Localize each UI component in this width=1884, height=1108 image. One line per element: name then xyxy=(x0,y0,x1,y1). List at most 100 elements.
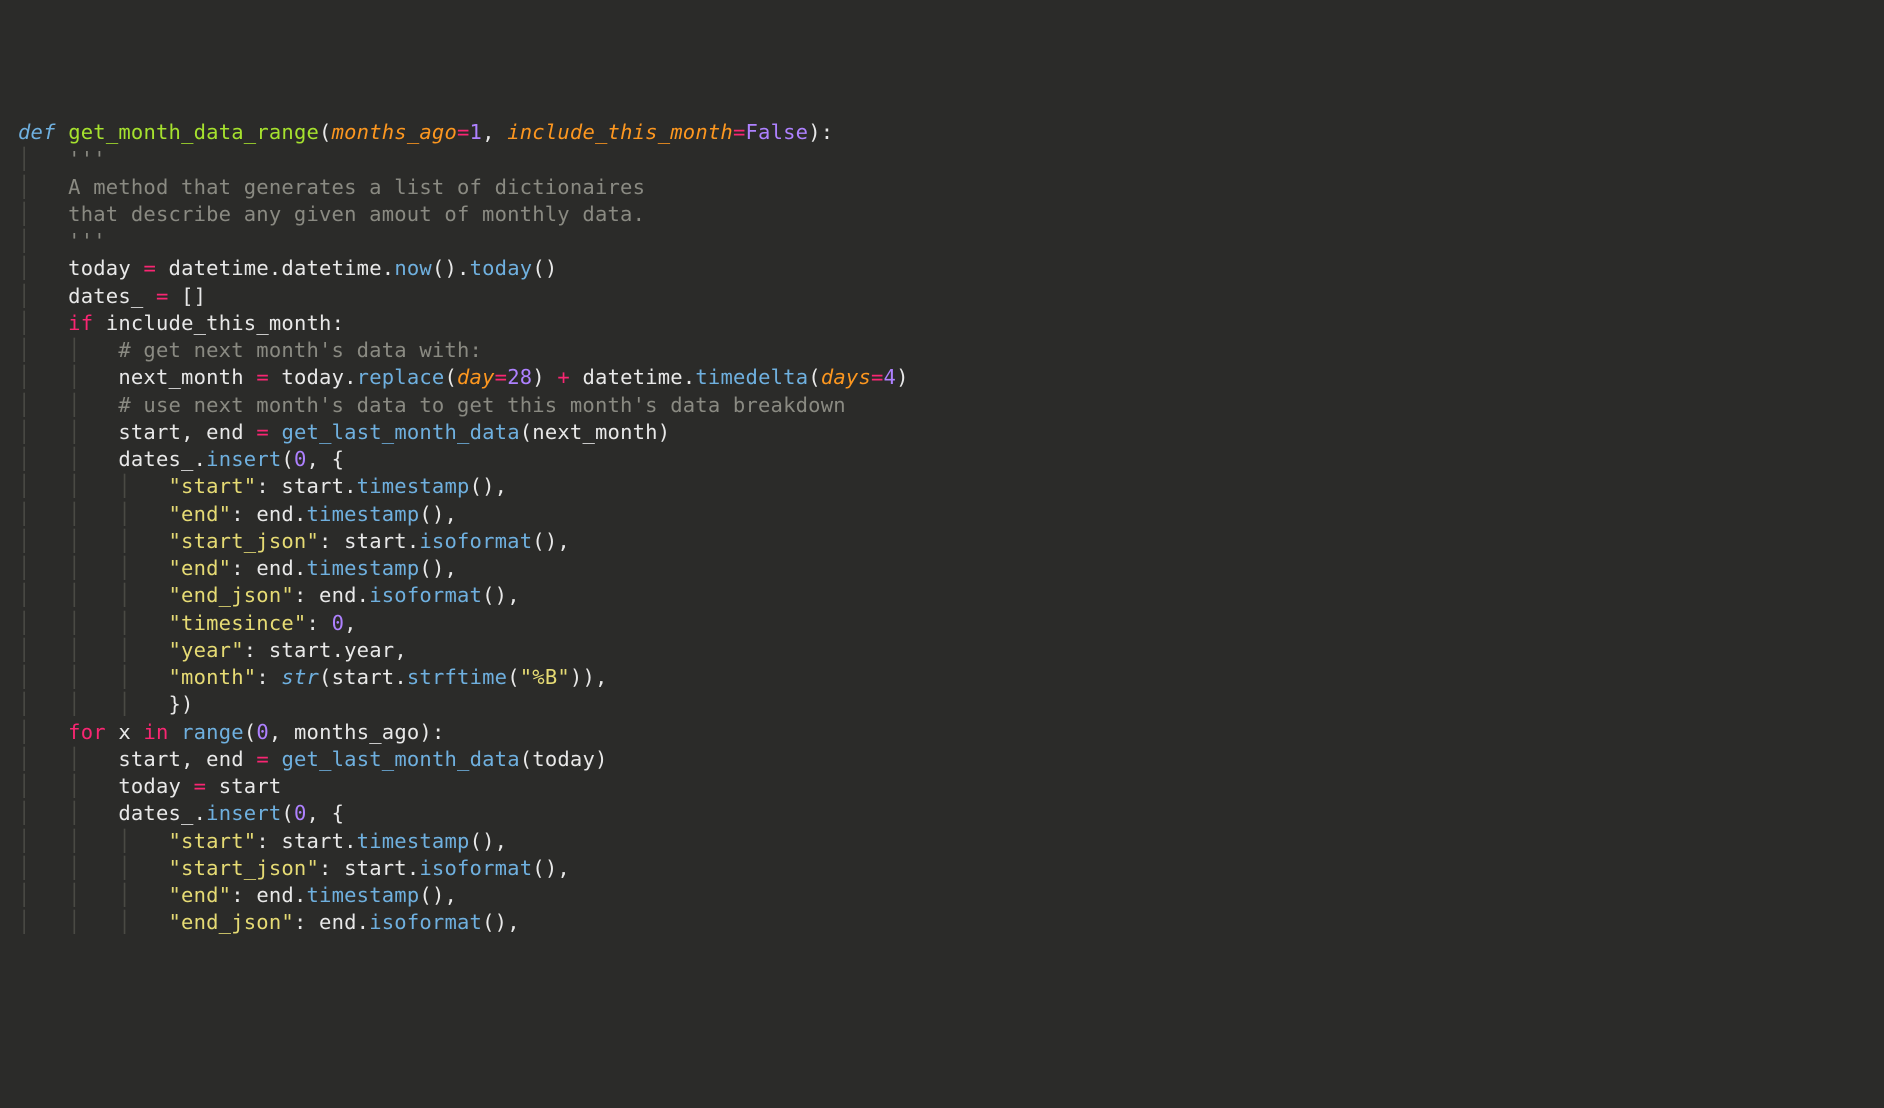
op-eq: = xyxy=(733,120,746,144)
class-datetime: datetime xyxy=(281,256,381,280)
dict-key-end: "end" xyxy=(169,883,232,907)
indent-guide: │ xyxy=(18,229,68,253)
var-end: end xyxy=(256,556,294,580)
var-x: x xyxy=(118,720,131,744)
literal-0: 0 xyxy=(256,720,269,744)
dict-key-start-json: "start_json" xyxy=(169,529,320,553)
paren: ) xyxy=(808,120,821,144)
indent-guide: │ │ │ xyxy=(18,638,169,662)
var-start: start xyxy=(332,665,395,689)
op-eq: = xyxy=(457,120,470,144)
indent-guide: │ │ xyxy=(18,365,118,389)
indent-guide: │ xyxy=(18,256,68,280)
docstring: that describe any given amout of monthly… xyxy=(68,202,645,226)
dict-key-end: "end" xyxy=(169,556,232,580)
indent-guide: │ │ xyxy=(18,420,118,444)
var-start: start xyxy=(281,829,344,853)
indent-guide: │ xyxy=(18,720,68,744)
dict-key-start: "start" xyxy=(169,829,257,853)
indent-guide: │ │ │ xyxy=(18,665,169,689)
code-editor[interactable]: def get_month_data_range(months_ago=1, i… xyxy=(18,119,1866,937)
op-assign: = xyxy=(156,284,169,308)
literal-28: 28 xyxy=(507,365,532,389)
indent-guide: │ xyxy=(18,175,68,199)
indent-guide: │ xyxy=(18,147,68,171)
comment: # get next month's data with: xyxy=(118,338,482,362)
indent-guide: │ │ │ xyxy=(18,502,169,526)
class-timedelta: timedelta xyxy=(695,365,808,389)
indent-guide: │ │ │ xyxy=(18,611,169,635)
method-timestamp: timestamp xyxy=(357,829,470,853)
literal-1: 1 xyxy=(470,120,483,144)
param-include-this-month: include_this_month xyxy=(507,120,733,144)
var-next-month: next_month xyxy=(118,365,243,389)
var-start: start xyxy=(118,420,181,444)
comment: # use next month's data to get this mont… xyxy=(118,393,845,417)
method-replace: replace xyxy=(357,365,445,389)
attr-year: year xyxy=(344,638,394,662)
indent-guide: │ │ xyxy=(18,774,118,798)
literal-0: 0 xyxy=(294,447,307,471)
var-start: start xyxy=(219,774,282,798)
var-start: start xyxy=(269,638,332,662)
literal-0: 0 xyxy=(332,611,345,635)
method-insert: insert xyxy=(206,447,281,471)
colon: : xyxy=(821,120,834,144)
module-datetime: datetime xyxy=(169,256,269,280)
literal-4: 4 xyxy=(884,365,897,389)
indent-guide: │ xyxy=(18,284,68,308)
method-timestamp: timestamp xyxy=(307,502,420,526)
indent-guide: │ │ xyxy=(18,801,118,825)
indent-guide: │ │ xyxy=(18,338,118,362)
docstring: ''' xyxy=(68,229,106,253)
keyword-def: def xyxy=(18,120,56,144)
var-today: today xyxy=(118,774,181,798)
indent-guide: │ │ │ xyxy=(18,583,169,607)
kwarg-days: days xyxy=(821,365,871,389)
param-months-ago: months_ago xyxy=(332,120,457,144)
docstring: ''' xyxy=(68,147,106,171)
var-start: start xyxy=(344,856,407,880)
op-assign: = xyxy=(194,774,207,798)
keyword-for: for xyxy=(68,720,106,744)
var-end: end xyxy=(319,583,357,607)
var-dates: dates_ xyxy=(68,284,143,308)
var-start: start xyxy=(281,474,344,498)
method-today: today xyxy=(470,256,533,280)
var-dates: dates_ xyxy=(118,447,193,471)
literal-0: 0 xyxy=(294,801,307,825)
method-isoformat: isoformat xyxy=(419,856,532,880)
var-end: end xyxy=(206,420,244,444)
paren: ( xyxy=(319,120,332,144)
module-datetime: datetime xyxy=(582,365,682,389)
dict-key-timesince: "timesince" xyxy=(169,611,307,635)
op-assign: = xyxy=(143,256,156,280)
fn-get-last-month-data: get_last_month_data xyxy=(281,747,519,771)
var-dates: dates_ xyxy=(118,801,193,825)
indent-guide: │ │ │ xyxy=(18,910,169,934)
method-timestamp: timestamp xyxy=(357,474,470,498)
dict-key-end: "end" xyxy=(169,502,232,526)
indent-guide: │ │ │ xyxy=(18,556,169,580)
dict-key-month: "month" xyxy=(169,665,257,689)
dict-key-end-json: "end_json" xyxy=(169,583,294,607)
comma: , xyxy=(482,120,507,144)
var-today: today xyxy=(281,365,344,389)
op-assign: = xyxy=(256,365,269,389)
dict-key-end-json: "end_json" xyxy=(169,910,294,934)
indent-guide: │ │ xyxy=(18,393,118,417)
indent-guide: │ │ xyxy=(18,747,118,771)
indent-guide: │ │ xyxy=(18,447,118,471)
var-include-this-month: include_this_month xyxy=(106,311,332,335)
dict-key-start: "start" xyxy=(169,474,257,498)
op-assign: = xyxy=(256,420,269,444)
var-end: end xyxy=(319,910,357,934)
method-isoformat: isoformat xyxy=(419,529,532,553)
fn-get-last-month-data: get_last_month_data xyxy=(281,420,519,444)
method-insert: insert xyxy=(206,801,281,825)
builtin-str: str xyxy=(281,665,319,689)
method-strftime: strftime xyxy=(407,665,507,689)
indent-guide: │ │ │ xyxy=(18,829,169,853)
op-plus: + xyxy=(557,365,570,389)
method-isoformat: isoformat xyxy=(369,583,482,607)
